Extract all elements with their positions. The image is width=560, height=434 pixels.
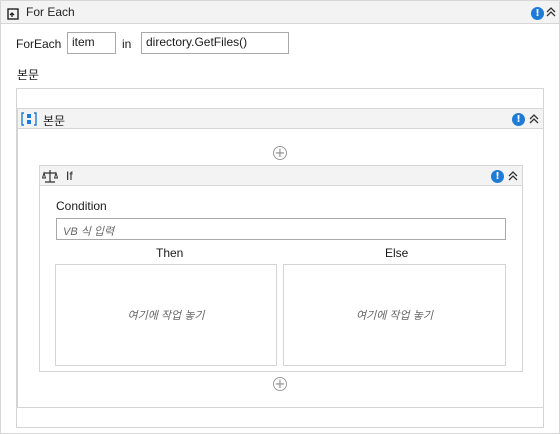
warning-icon[interactable]: ! (512, 113, 525, 126)
warning-icon[interactable]: ! (531, 7, 544, 20)
add-activity-icon[interactable]: + (273, 146, 287, 160)
foreach-item-input[interactable]: item (67, 32, 116, 54)
if-icon (42, 170, 58, 183)
else-drop-text: 여기에 작업 놓기 (356, 310, 433, 322)
sequence-title: 본문 (43, 114, 66, 128)
body-label: 본문 (17, 68, 40, 82)
else-drop-zone[interactable]: 여기에 작업 놓기 (283, 264, 506, 366)
collapse-icon[interactable] (528, 113, 540, 128)
if-header[interactable]: If ! (39, 165, 523, 186)
foreach-title: For Each (26, 5, 75, 19)
foreach-icon (7, 8, 19, 20)
foreach-collection-input[interactable]: directory.GetFiles() (141, 32, 289, 54)
warning-icon[interactable]: ! (491, 170, 504, 183)
collapse-icon[interactable] (545, 6, 557, 21)
sequence-header[interactable]: 본문 ! (17, 108, 544, 129)
else-label: Else (385, 246, 409, 260)
then-label: Then (156, 246, 184, 260)
then-drop-zone[interactable]: 여기에 작업 놓기 (55, 264, 277, 366)
in-label: in (122, 37, 132, 51)
condition-input[interactable]: VB 식 입력 (56, 218, 506, 240)
add-activity-icon[interactable]: + (273, 377, 287, 391)
sequence-icon (21, 112, 37, 126)
if-title: If (66, 169, 73, 183)
foreach-label: ForEach (16, 37, 62, 51)
condition-label: Condition (56, 199, 107, 213)
collapse-icon[interactable] (507, 170, 519, 185)
foreach-header[interactable]: For Each ! (0, 0, 560, 24)
then-drop-text: 여기에 작업 놓기 (127, 310, 205, 322)
